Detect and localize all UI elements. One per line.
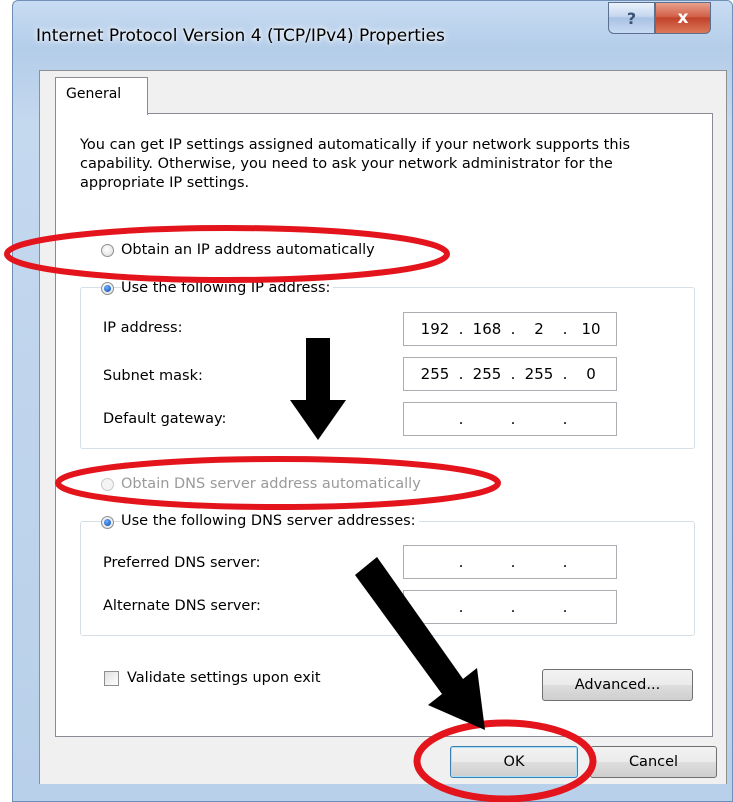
default-gateway-label: Default gateway: xyxy=(103,411,227,427)
use-following-ip-radio[interactable] xyxy=(101,282,114,295)
octet-separator: . xyxy=(458,410,464,428)
octet-separator: . xyxy=(458,320,464,338)
tab-general-label: General xyxy=(66,86,122,102)
ip-octet: 0 xyxy=(586,365,596,383)
window-title: Internet Protocol Version 4 (TCP/IPv4) P… xyxy=(36,26,445,46)
validate-settings-checkbox[interactable] xyxy=(104,671,119,686)
advanced-button-label: Advanced... xyxy=(574,677,661,693)
ip-octet: 10 xyxy=(581,320,601,338)
advanced-button[interactable]: Advanced... xyxy=(542,669,693,701)
cancel-button-label: Cancel xyxy=(628,754,679,770)
ip-octet: 255 xyxy=(472,365,502,383)
octet-separator: . xyxy=(510,365,516,383)
obtain-dns-auto-label[interactable]: Obtain DNS server address automatically xyxy=(121,474,421,494)
octet-separator: . xyxy=(458,365,464,383)
cancel-button[interactable]: Cancel xyxy=(590,746,717,778)
ip-address-field[interactable]: 192. 168. 2. 10 xyxy=(403,312,617,346)
ip-octet: 255 xyxy=(420,365,450,383)
octet-separator: . xyxy=(562,553,568,571)
octet-separator: . xyxy=(458,553,464,571)
tab-general[interactable]: General xyxy=(55,77,148,115)
help-button[interactable]: ? xyxy=(608,2,655,34)
title-bar: Internet Protocol Version 4 (TCP/IPv4) P… xyxy=(12,0,733,60)
obtain-ip-auto-radio[interactable] xyxy=(101,244,114,257)
ok-button-label: OK xyxy=(503,754,525,770)
ip-octet: 255 xyxy=(524,365,554,383)
alternate-dns-label: Alternate DNS server: xyxy=(103,598,261,614)
octet-separator: . xyxy=(510,320,516,338)
validate-settings-label[interactable]: Validate settings upon exit xyxy=(127,668,321,688)
octet-separator: . xyxy=(510,553,516,571)
octet-separator: . xyxy=(562,598,568,616)
subnet-mask-label: Subnet mask: xyxy=(103,368,203,384)
ip-address-label: IP address: xyxy=(103,320,183,336)
octet-separator: . xyxy=(562,365,568,383)
close-button[interactable]: x xyxy=(655,2,711,34)
description-text: You can get IP settings assigned automat… xyxy=(80,137,631,191)
octet-separator: . xyxy=(562,410,568,428)
ip-octet: 168 xyxy=(472,320,502,338)
use-following-ip-label[interactable]: Use the following IP address: xyxy=(121,278,334,298)
close-icon: x xyxy=(677,8,689,28)
obtain-dns-auto-radio[interactable] xyxy=(101,478,114,491)
ok-button[interactable]: OK xyxy=(450,746,578,778)
octet-separator: . xyxy=(510,598,516,616)
use-following-dns-label[interactable]: Use the following DNS server addresses: xyxy=(121,511,419,531)
preferred-dns-label: Preferred DNS server: xyxy=(103,555,261,571)
use-following-dns-radio[interactable] xyxy=(101,516,114,529)
octet-separator: . xyxy=(562,320,568,338)
ip-octet: 2 xyxy=(534,320,544,338)
alternate-dns-field[interactable]: . . . xyxy=(403,590,617,624)
default-gateway-field[interactable]: . . . xyxy=(403,402,617,436)
subnet-mask-field[interactable]: 255. 255. 255. 0 xyxy=(403,357,617,391)
obtain-ip-auto-label[interactable]: Obtain an IP address automatically xyxy=(121,240,375,260)
octet-separator: . xyxy=(458,598,464,616)
octet-separator: . xyxy=(510,410,516,428)
ip-octet: 192 xyxy=(420,320,450,338)
help-icon: ? xyxy=(626,8,637,28)
preferred-dns-field[interactable]: . . . xyxy=(403,545,617,579)
